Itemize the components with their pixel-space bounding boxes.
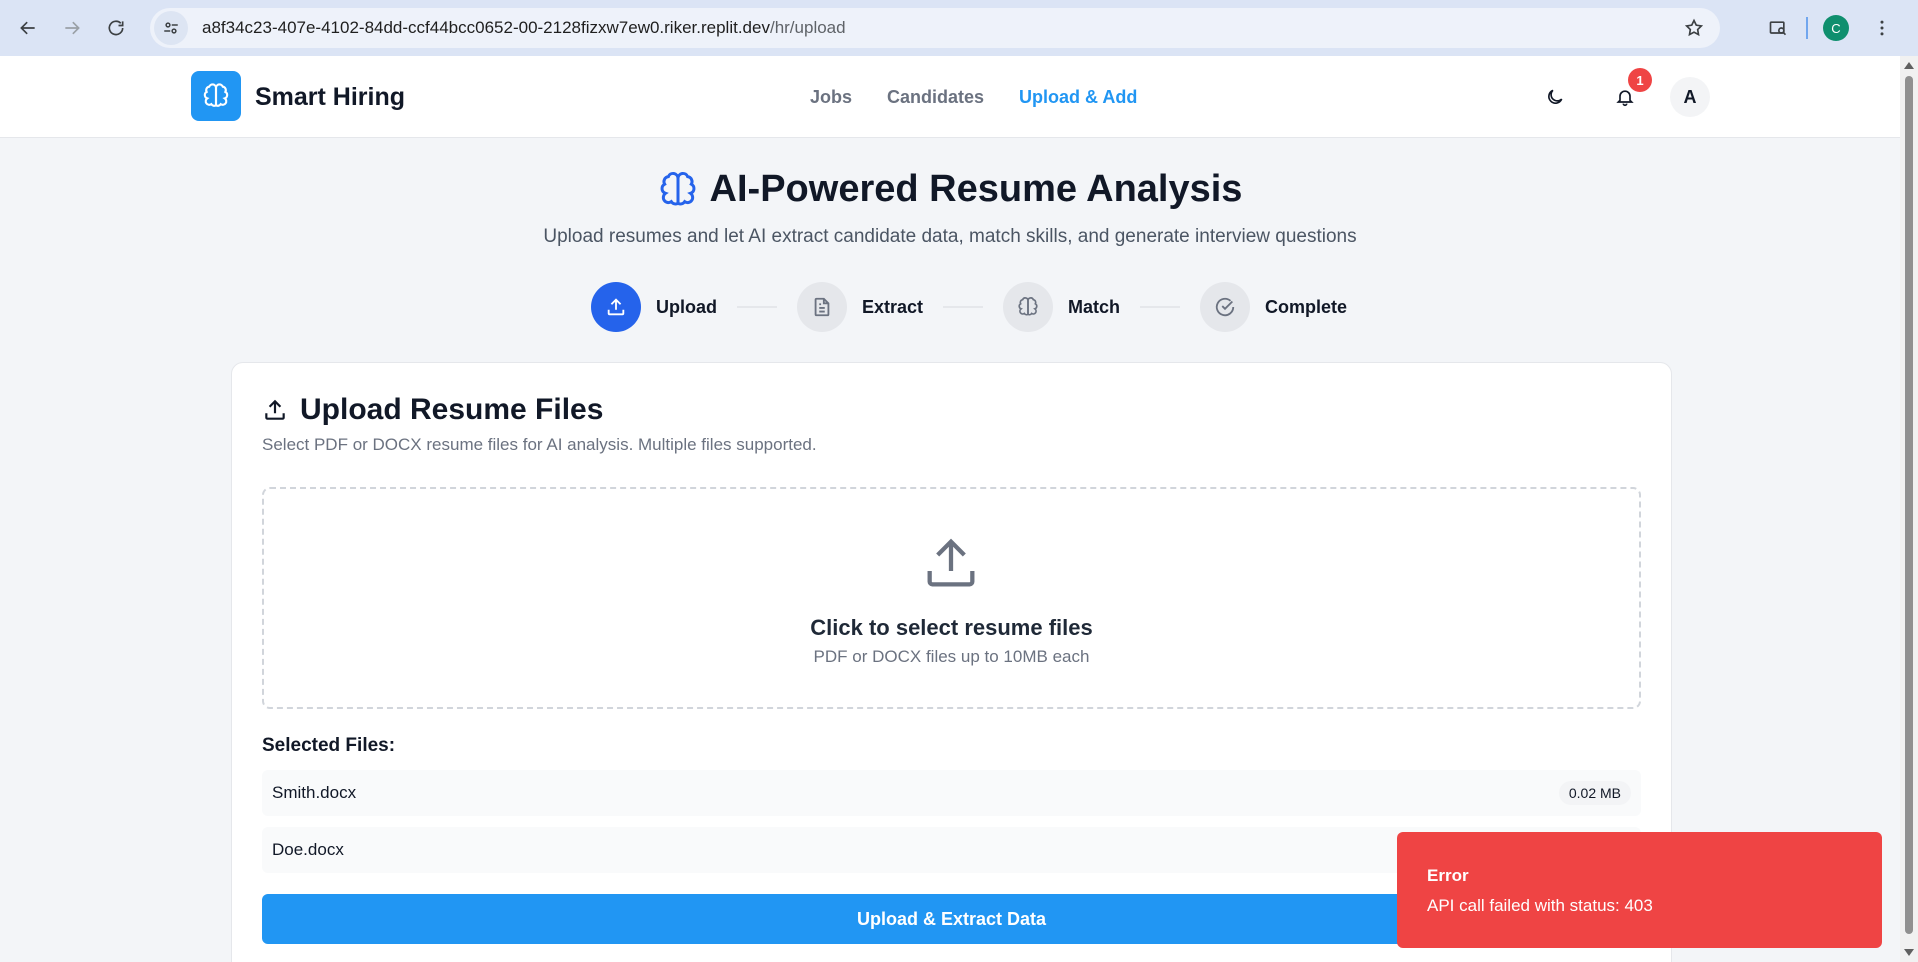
file-dropzone[interactable]: Click to select resume files PDF or DOCX… xyxy=(262,487,1641,709)
brand-name[interactable]: Smart Hiring xyxy=(255,83,405,112)
scroll-down-arrow[interactable] xyxy=(1904,949,1914,956)
url-host: a8f34c23-407e-4102-84dd-ccf44bcc0652-00-… xyxy=(202,18,770,37)
site-settings-button[interactable] xyxy=(154,11,188,45)
browser-menu-button[interactable] xyxy=(1864,10,1900,46)
step-upload: Upload xyxy=(591,282,717,332)
error-toast[interactable]: Error API call failed with status: 403 xyxy=(1397,832,1882,948)
page-title: AI-Powered Resume Analysis xyxy=(0,168,1900,211)
forward-button[interactable] xyxy=(52,8,92,48)
nav-jobs[interactable]: Jobs xyxy=(810,87,852,108)
toast-title: Error xyxy=(1427,866,1469,885)
file-name: Doe.docx xyxy=(272,840,344,859)
document-icon xyxy=(814,297,830,317)
page-scrollbar[interactable] xyxy=(1900,56,1918,962)
scroll-thumb[interactable] xyxy=(1905,76,1913,934)
logo[interactable] xyxy=(191,71,241,121)
file-size-badge: 0.02 MB xyxy=(1558,781,1631,805)
file-item: Smith.docx 0.02 MB xyxy=(262,770,1641,816)
page-subtitle: Upload resumes and let AI extract candid… xyxy=(543,226,1357,247)
main-nav: Jobs Candidates Upload & Add xyxy=(810,87,1137,108)
tune-icon xyxy=(164,22,178,34)
url-path: /hr/upload xyxy=(769,18,846,37)
arrow-left-icon xyxy=(20,21,35,35)
address-bar[interactable]: a8f34c23-407e-4102-84dd-ccf44bcc0652-00-… xyxy=(150,8,1720,48)
reload-button[interactable] xyxy=(96,8,136,48)
brain-icon xyxy=(660,171,695,205)
check-circle-icon xyxy=(1215,297,1235,317)
tab-search-icon xyxy=(1769,21,1787,36)
nav-candidates[interactable]: Candidates xyxy=(887,87,984,108)
brain-icon xyxy=(1018,297,1038,316)
dropzone-subtitle: PDF or DOCX files up to 10MB each xyxy=(813,647,1090,666)
file-name: Smith.docx xyxy=(272,783,357,802)
url-text: a8f34c23-407e-4102-84dd-ccf44bcc0652-00-… xyxy=(202,18,846,38)
upload-icon xyxy=(927,538,975,587)
step-label: Extract xyxy=(862,296,924,317)
step-match: Match xyxy=(1003,282,1120,332)
app-header: Smart Hiring Jobs Candidates Upload & Ad… xyxy=(0,56,1900,138)
step-connector xyxy=(737,306,777,308)
upload-icon xyxy=(265,399,285,420)
toast-message: API call failed with status: 403 xyxy=(1427,896,1653,915)
card-title: Upload Resume Files xyxy=(262,393,603,427)
step-match-circle xyxy=(1003,282,1054,332)
upload-icon xyxy=(607,298,625,316)
moon-icon xyxy=(1548,89,1563,104)
arrow-right-icon xyxy=(65,21,80,35)
theme-toggle-button[interactable] xyxy=(1537,79,1573,115)
search-tabs-button[interactable] xyxy=(1760,10,1796,46)
step-connector xyxy=(1140,306,1181,308)
selected-files-title: Selected Files: xyxy=(262,735,396,756)
browser-actions: C xyxy=(1760,8,1900,48)
step-extract-circle xyxy=(797,282,847,332)
step-label: Upload xyxy=(656,296,717,317)
step-complete-circle xyxy=(1200,282,1251,332)
nav-upload-add[interactable]: Upload & Add xyxy=(1019,87,1137,108)
back-button[interactable] xyxy=(8,8,48,48)
toolbar-divider xyxy=(1806,17,1808,39)
reload-icon xyxy=(108,20,124,36)
bell-icon xyxy=(1616,90,1634,107)
scroll-up-arrow[interactable] xyxy=(1904,62,1914,69)
step-complete: Complete xyxy=(1200,282,1347,332)
user-avatar[interactable]: A xyxy=(1670,77,1710,117)
step-label: Complete xyxy=(1265,296,1348,317)
brain-icon xyxy=(203,83,229,107)
step-extract: Extract xyxy=(797,282,923,332)
browser-toolbar: a8f34c23-407e-4102-84dd-ccf44bcc0652-00-… xyxy=(0,0,1918,56)
card-description: Select PDF or DOCX resume files for AI a… xyxy=(262,435,817,454)
step-connector xyxy=(943,306,984,308)
progress-steps: Upload Extract Match Complete xyxy=(591,282,1347,332)
notification-badge: 1 xyxy=(1628,68,1652,92)
card-title-text: Upload Resume Files xyxy=(300,393,604,426)
dropzone-title: Click to select resume files xyxy=(810,615,1093,640)
bookmark-star-icon[interactable] xyxy=(1684,18,1704,38)
step-upload-circle xyxy=(591,282,641,332)
profile-button[interactable]: C xyxy=(1818,10,1854,46)
page-title-text: AI-Powered Resume Analysis xyxy=(709,168,1243,210)
more-vertical-icon xyxy=(1880,20,1884,36)
step-label: Match xyxy=(1068,296,1121,317)
profile-avatar: C xyxy=(1823,15,1849,41)
